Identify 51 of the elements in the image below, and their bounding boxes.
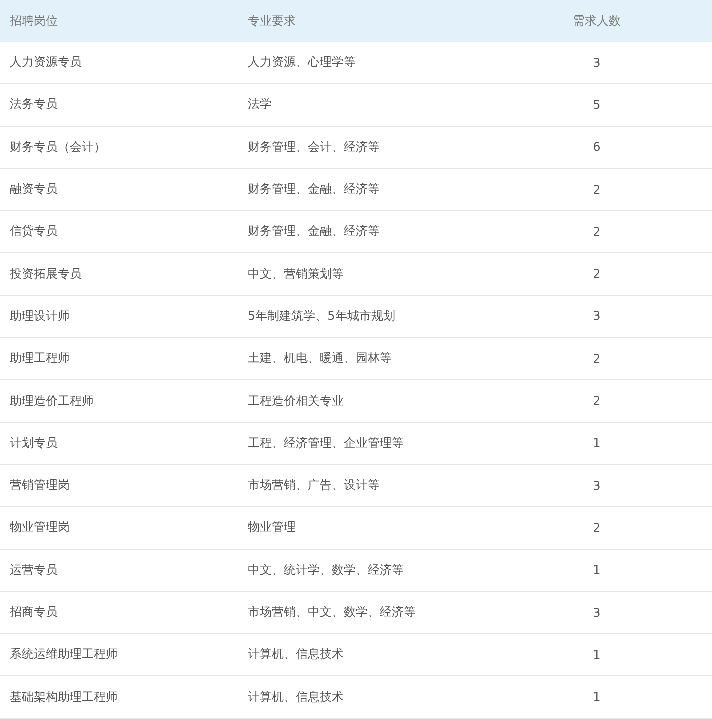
table-cell: 助理设计师 (0, 295, 238, 338)
table-cell: 物业管理岗 (0, 506, 238, 550)
table-cell: 市场营销、中文、数学、经济等 (238, 591, 482, 634)
column-header: 专业要求 (238, 0, 482, 42)
column-header: 需求人数 (482, 0, 712, 42)
table-cell: 2 (482, 338, 712, 380)
table-cell: 系统运维助理工程师 (0, 634, 238, 676)
table-cell: 计算机、信息技术 (238, 676, 482, 718)
table-cell: 基础架构助理工程师 (0, 676, 238, 718)
table-cell: 人力资源专员 (0, 42, 238, 84)
table-cell: 2 (482, 168, 712, 211)
table-cell: 招商专员 (0, 591, 238, 634)
table-cell: 5年制建筑学、5年城市规划 (238, 295, 482, 338)
table-cell: 2 (482, 380, 712, 422)
table-cell: 中文、统计学、数学、经济等 (238, 549, 482, 592)
table-cell: 信贷专员 (0, 210, 238, 253)
table-cell: 法务专员 (0, 84, 238, 126)
table-cell: 物业管理 (238, 506, 482, 550)
table-cell: 计算机、信息技术 (238, 634, 482, 676)
table-cell: 运营专员 (0, 549, 238, 592)
table-cell: 1 (482, 549, 712, 592)
table-cell: 2 (482, 210, 712, 253)
table-cell: 财务管理、会计、经济等 (238, 126, 482, 168)
table-cell: 市场营销、广告、设计等 (238, 464, 482, 507)
table-cell: 计划专员 (0, 422, 238, 464)
table-cell: 财务管理、金融、经济等 (238, 210, 482, 253)
table-cell: 6 (482, 126, 712, 168)
table-cell: 5 (482, 84, 712, 126)
table-cell: 营销管理岗 (0, 464, 238, 507)
table-cell: 3 (482, 464, 712, 507)
table-cell: 工程造价相关专业 (238, 380, 482, 422)
table-cell: 助理工程师 (0, 338, 238, 380)
table-cell: 助理造价工程师 (0, 380, 238, 422)
table-cell: 工程、经济管理、企业管理等 (238, 422, 482, 464)
table-cell: 2 (482, 506, 712, 550)
table-cell: 3 (482, 42, 712, 84)
table-cell: 1 (482, 422, 712, 464)
table-cell: 融资专员 (0, 168, 238, 211)
table-cell: 财务管理、金融、经济等 (238, 168, 482, 211)
table-cell: 投资拓展专员 (0, 252, 238, 296)
table-cell: 3 (482, 295, 712, 338)
table-cell: 中文、营销策划等 (238, 252, 482, 296)
table-cell: 1 (482, 676, 712, 718)
table-cell: 法学 (238, 84, 482, 126)
table-cell: 财务专员（会计） (0, 126, 238, 168)
table-cell: 土建、机电、暖通、园林等 (238, 338, 482, 380)
table-cell: 3 (482, 591, 712, 634)
table-cell: 人力资源、心理学等 (238, 42, 482, 84)
table-cell: 2 (482, 252, 712, 296)
table-cell: 1 (482, 634, 712, 676)
column-header: 招聘岗位 (0, 0, 238, 42)
